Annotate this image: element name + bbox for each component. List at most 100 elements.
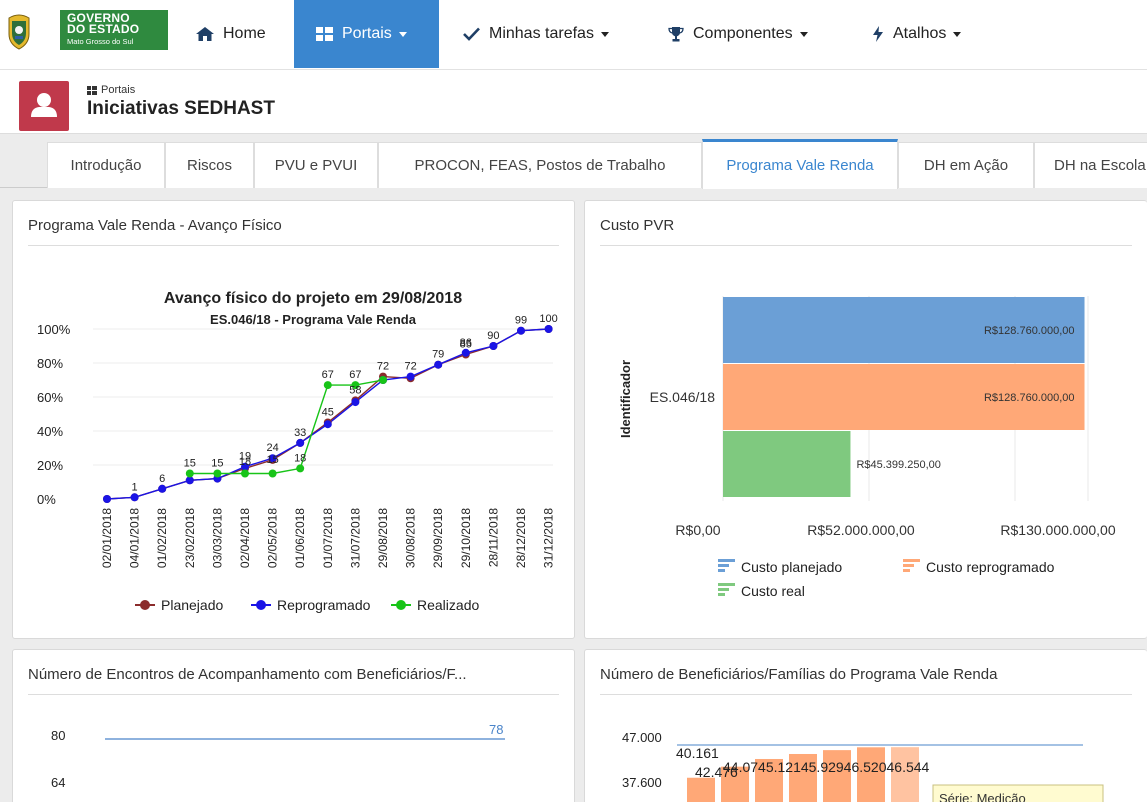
- chart-subtitle: ES.046/18 - Programa Vale Renda: [210, 312, 417, 327]
- data-label: 24: [266, 442, 278, 454]
- checkmark-icon: [463, 27, 480, 41]
- breadcrumb[interactable]: Portais: [87, 84, 135, 96]
- data-point-reprogramado[interactable]: [517, 326, 525, 335]
- data-point-reprogramado[interactable]: [323, 420, 332, 429]
- data-label: 86: [460, 337, 472, 349]
- data-label: 72: [377, 361, 389, 373]
- data-point-reprogramado[interactable]: [103, 495, 111, 503]
- portals-grid-icon: [87, 85, 97, 95]
- data-label: 18: [294, 452, 306, 464]
- bar-custo-real[interactable]: [723, 431, 851, 497]
- y-tick-label: 40%: [37, 424, 63, 439]
- brand-logo[interactable]: GOVERNO DO ESTADO Mato Grosso do Sul: [0, 0, 176, 70]
- legend-marker: [396, 600, 406, 610]
- data-point-realizado[interactable]: [268, 469, 277, 478]
- data-point-reprogramado[interactable]: [351, 398, 360, 407]
- x-tick-label: 01/06/2018: [293, 508, 307, 568]
- data-label: 15: [184, 458, 196, 470]
- legend-label[interactable]: Custo planejado: [741, 559, 842, 575]
- data-point-reprogramado[interactable]: [434, 360, 443, 369]
- brand-line2: DO ESTADO: [67, 22, 140, 36]
- y-tick-label: 60%: [37, 390, 63, 405]
- nav-atalhos-label: Atalhos: [893, 25, 947, 42]
- nav-home[interactable]: Home: [196, 0, 294, 68]
- data-point-realizado[interactable]: [213, 469, 222, 478]
- x-tick-label: 28/11/2018: [486, 508, 500, 567]
- trophy-icon: [668, 26, 684, 42]
- tab-dh-na-escola[interactable]: DH na Escola: [1034, 142, 1147, 188]
- legend-swatch: [718, 583, 735, 586]
- avanco-fisico-chart: Avanço físico do projeto em 29/08/2018 E…: [37, 290, 558, 613]
- tab-introducao[interactable]: Introdução: [47, 142, 165, 188]
- nav-portais-label: Portais: [342, 25, 392, 42]
- tooltip-text: Série: Medição: [939, 791, 1026, 802]
- data-label: 45: [322, 407, 334, 419]
- avatar: [19, 81, 69, 131]
- nav-minhas-tarefas[interactable]: Minhas tarefas: [463, 0, 643, 68]
- data-point-realizado[interactable]: [241, 469, 249, 478]
- data-point-reprogramado[interactable]: [158, 484, 167, 493]
- data-point-reprogramado[interactable]: [544, 325, 553, 333]
- data-point-reprogramado[interactable]: [406, 372, 415, 381]
- x-tick-label: 04/01/2018: [128, 508, 142, 568]
- user-icon: [31, 93, 57, 117]
- bar[interactable]: [823, 750, 851, 802]
- data-point-realizado[interactable]: [185, 469, 194, 478]
- x-tick-label: 23/02/2018: [183, 508, 197, 568]
- tab-programa-vale-renda[interactable]: Programa Vale Renda: [702, 139, 898, 189]
- y-tick-label: 80: [51, 728, 65, 743]
- x-tick-label: 02/01/2018: [100, 508, 114, 568]
- x-tick-label: 31/07/2018: [348, 508, 362, 568]
- tab-dh-em-acao[interactable]: DH em Ação: [898, 142, 1034, 188]
- panel-custo-pvr: Custo PVR R$128.760.000,00 R$128.760.000,…: [584, 200, 1147, 639]
- top-navbar: GOVERNO DO ESTADO Mato Grosso do Sul Hom…: [0, 0, 1147, 70]
- data-label: 100: [539, 313, 557, 325]
- tab-riscos[interactable]: Riscos: [165, 142, 254, 188]
- x-tick-label: 29/09/2018: [431, 508, 445, 568]
- government-logo: GOVERNO DO ESTADO Mato Grosso do Sul: [60, 10, 168, 50]
- chart-title: Avanço físico do projeto em 29/08/2018: [164, 290, 462, 307]
- nav-portais[interactable]: Portais: [294, 0, 439, 68]
- tab-pvu-pvui[interactable]: PVU e PVUI: [254, 142, 378, 188]
- data-label: 67: [349, 369, 361, 381]
- legend-label[interactable]: Realizado: [417, 597, 479, 613]
- legend-label[interactable]: Planejado: [161, 597, 223, 613]
- data-point-realizado[interactable]: [296, 464, 305, 473]
- y-axis-label: Identificador: [618, 360, 633, 438]
- bar[interactable]: [687, 777, 715, 802]
- chevron-down-icon: [398, 31, 407, 37]
- x-tick-label: R$0,00: [675, 522, 720, 538]
- y-tick-label: 47.000: [622, 730, 662, 745]
- data-point-realizado[interactable]: [323, 381, 332, 390]
- y-tick-label: 37.600: [622, 775, 662, 790]
- nav-componentes[interactable]: Componentes: [668, 0, 838, 68]
- data-point-realizado[interactable]: [379, 376, 387, 384]
- legend-swatch: [718, 564, 729, 567]
- data-label: 44.0745.12145.92946.52046.544: [723, 759, 930, 775]
- bar-value-label: R$128.760.000,00: [984, 392, 1075, 404]
- x-tick-label: 31/12/2018: [542, 508, 556, 568]
- data-point-reprogramado[interactable]: [130, 493, 139, 502]
- legend-swatch: [903, 564, 914, 567]
- portals-grid-icon: [316, 27, 333, 41]
- legend-label[interactable]: Custo real: [741, 583, 805, 599]
- legend-label[interactable]: Custo reprogramado: [926, 559, 1055, 575]
- y-tick-label: 64: [51, 775, 65, 790]
- x-tick-label: 01/07/2018: [321, 508, 335, 568]
- data-point-reprogramado[interactable]: [489, 342, 498, 350]
- nav-atalhos[interactable]: Atalhos: [872, 0, 992, 68]
- panel-encontros: Número de Encontros de Acompanhamento co…: [12, 649, 575, 802]
- data-label: 79: [432, 349, 444, 361]
- x-tick-label: R$130.000.000,00: [1000, 522, 1115, 538]
- panel-beneficiarios: Número de Beneficiários/Famílias do Prog…: [584, 649, 1147, 802]
- tab-procon-feas[interactable]: PROCON, FEAS, Postos de Trabalho: [378, 142, 702, 188]
- data-point-reprogramado[interactable]: [296, 438, 305, 447]
- data-label: 58: [349, 384, 361, 396]
- tooltip: Série: Medição: [932, 784, 1104, 802]
- legend-swatch: [718, 569, 725, 572]
- legend-label[interactable]: Reprogramado: [277, 597, 371, 613]
- page-title: Iniciativas SEDHAST: [87, 98, 275, 119]
- x-tick-label: 29/08/2018: [376, 508, 390, 568]
- x-tick-label: 29/10/2018: [459, 508, 473, 568]
- legend-swatch: [718, 588, 729, 591]
